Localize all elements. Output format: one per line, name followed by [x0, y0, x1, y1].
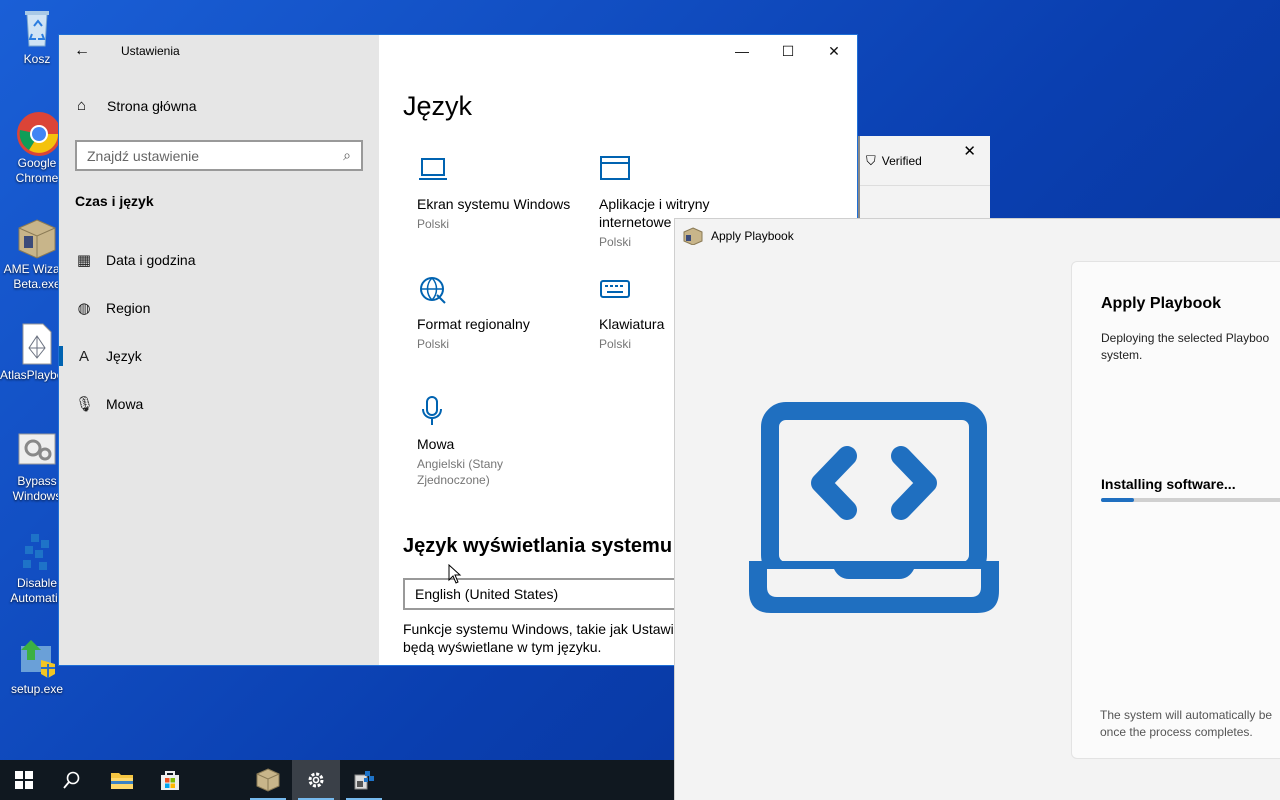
display-language-description: Funkcje systemu Windows, takie jak Ustaw… [403, 620, 682, 656]
close-icon: ✕ [828, 42, 840, 59]
display-language-heading: Język wyświetlania systemu Wi [403, 535, 702, 557]
back-button[interactable]: ← [59, 35, 105, 67]
sidebar-item-language[interactable]: A Język [59, 336, 379, 376]
playbook-titlebar: Apply Playbook [683, 227, 794, 245]
playbook-footer: The system will automatically be once th… [1100, 707, 1272, 741]
verified-close-button[interactable]: ✕ [963, 142, 976, 160]
tile-regional-format[interactable]: Format regionalny Polski [417, 275, 592, 352]
sidebar-item-speech[interactable]: 🎙 Mowa [59, 384, 379, 424]
settings-file-icon [15, 428, 59, 472]
playbook-description: Deploying the selected Playboo system. [1101, 330, 1269, 364]
description-line: będą wyświetlane w tym języku. [403, 639, 602, 655]
back-arrow-icon: ← [74, 42, 90, 59]
tile-value: Polski [417, 217, 450, 231]
footer-line: once the process completes. [1100, 725, 1253, 739]
globe-icon [417, 275, 451, 305]
playbook-window-title: Apply Playbook [711, 229, 794, 243]
search-icon: ⌕ [343, 147, 351, 163]
tile-speech[interactable]: Mowa Angielski (Stany Zjednoczone) [417, 395, 537, 488]
recycle-bin-icon [15, 6, 59, 50]
desktop-icon-label: setup.exe [10, 682, 64, 696]
close-button[interactable]: ✕ [811, 35, 857, 67]
sidebar-item-date-time[interactable]: ▦ Data i godzina [59, 240, 379, 280]
settings-titlebar: ← Ustawienia [59, 35, 180, 67]
description-line: Funkcje systemu Windows, takie jak Ustaw… [403, 621, 682, 637]
display-language-value: English (United States) [415, 586, 559, 602]
search-placeholder: Znajdź ustawienie [87, 147, 200, 164]
search-icon [63, 771, 80, 789]
chrome-icon [15, 110, 61, 156]
registry-editor-icon [354, 771, 374, 790]
tile-value: Angielski (Stany Zjednoczone) [417, 457, 504, 487]
setup-icon [15, 636, 59, 680]
ame-wizard-icon [256, 768, 280, 792]
sidebar-item-label: Data i godzina [106, 252, 196, 268]
sidebar-item-label: Region [106, 300, 151, 316]
apply-playbook-window: Apply Playbook Apply Playbook Deploying … [674, 218, 1280, 800]
home-icon: ⌂ [77, 97, 87, 114]
maximize-icon: ☐ [781, 42, 795, 59]
playbook-status: Installing software... [1101, 476, 1236, 492]
taskbar-settings[interactable] [292, 760, 340, 800]
taskbar-ame-wizard[interactable] [244, 760, 292, 800]
close-icon: ✕ [963, 143, 976, 160]
progress-bar [1101, 498, 1280, 502]
playbook-heading: Apply Playbook [1101, 295, 1222, 312]
footer-line: The system will automatically be [1100, 708, 1273, 722]
verified-label: Verified [881, 153, 922, 168]
microphone-icon [417, 395, 451, 425]
mouse-cursor-icon [448, 564, 462, 584]
progress-fill [1101, 498, 1134, 502]
tile-name: Ekran systemu Windows [417, 196, 571, 212]
laptop-code-icon [749, 402, 999, 613]
ame-wizard-icon [15, 216, 59, 260]
description-line: Deploying the selected Playboo [1101, 331, 1270, 345]
taskbar [0, 760, 674, 800]
store-icon [161, 771, 179, 790]
playbook-status-card: Apply Playbook Deploying the selected Pl… [1071, 261, 1280, 759]
keyboard-icon [599, 275, 633, 305]
window-controls: — ☐ ✕ [719, 35, 857, 67]
window-icon [599, 155, 633, 185]
verified-popup: ⛉ Verified ✕ [858, 136, 990, 226]
tile-name: Mowa [417, 436, 455, 452]
file-explorer-icon [111, 773, 133, 789]
sidebar-item-region[interactable]: ◍ Region [59, 288, 379, 328]
window-title: Ustawienia [121, 44, 180, 58]
tile-windows-display[interactable]: Ekran systemu Windows Polski [417, 155, 592, 232]
globe-icon: ◍ [77, 300, 91, 317]
taskbar-store[interactable] [146, 760, 194, 800]
laptop-icon [417, 155, 451, 185]
language-icon: A [78, 347, 89, 365]
maximize-button[interactable]: ☐ [765, 35, 811, 67]
home-label: Strona główna [107, 97, 197, 114]
playbook-file-icon [15, 322, 59, 366]
shield-check-icon: ⛉ [866, 152, 876, 168]
search-input[interactable]: Znajdź ustawienie ⌕ [75, 140, 363, 171]
minimize-icon: — [735, 43, 749, 59]
page-title: Język [403, 91, 473, 121]
section-title: Czas i język [75, 193, 154, 209]
taskbar-search-button[interactable] [48, 760, 96, 800]
taskbar-file-explorer[interactable] [98, 760, 146, 800]
registry-icon [15, 530, 59, 574]
tile-value: Polski [417, 337, 450, 351]
calendar-icon: ▦ [76, 252, 92, 269]
sidebar-item-label: Język [106, 348, 142, 364]
ame-wizard-icon [683, 227, 703, 245]
settings-icon [308, 772, 324, 788]
tile-name: Format regionalny [417, 316, 530, 332]
start-button[interactable] [0, 760, 48, 800]
home-link[interactable]: ⌂ Strona główna [77, 97, 197, 114]
description-line: system. [1101, 348, 1143, 362]
taskbar-registry-editor[interactable] [340, 760, 388, 800]
minimize-button[interactable]: — [719, 35, 765, 67]
microphone-icon: 🎙 [75, 396, 95, 413]
sidebar-item-label: Mowa [106, 396, 144, 412]
start-icon [15, 771, 33, 789]
settings-sidebar: ← Ustawienia ⌂ Strona główna Znajdź usta… [59, 35, 379, 665]
